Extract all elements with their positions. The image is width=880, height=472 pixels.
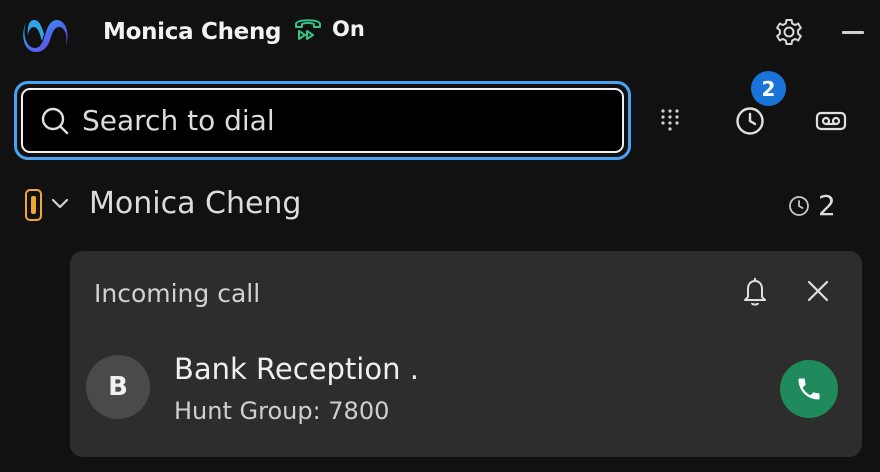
line-status-indicator <box>25 189 42 221</box>
phone-status-icon <box>295 19 321 40</box>
incoming-call-title: Incoming call <box>94 279 261 308</box>
answer-call-button[interactable] <box>780 360 838 418</box>
line-history-count: 2 <box>788 189 836 222</box>
incoming-call-card: Incoming call B Bank Reception . Hunt Gr… <box>70 251 862 457</box>
chevron-down-icon[interactable] <box>49 192 71 214</box>
clock-icon <box>736 107 764 135</box>
status-label: On <box>332 17 365 41</box>
line-row[interactable]: Monica Cheng 2 <box>0 178 880 232</box>
gear-icon[interactable] <box>774 17 804 47</box>
line-name: Monica Cheng <box>89 186 302 221</box>
caller-name: Bank Reception . <box>174 352 419 386</box>
search-icon <box>41 107 69 134</box>
caller-detail: Hunt Group: 7800 <box>174 397 390 425</box>
line-count: 2 <box>818 189 836 222</box>
user-name: Monica Cheng <box>103 19 282 45</box>
history-badge: 2 <box>751 71 786 106</box>
search-focus-ring <box>14 81 631 160</box>
voicemail-button[interactable] <box>811 101 851 141</box>
search-input[interactable] <box>82 104 602 137</box>
search-box[interactable] <box>21 88 624 153</box>
dialpad-button[interactable] <box>650 101 690 141</box>
avatar: B <box>86 355 150 419</box>
minimize-button[interactable] <box>842 31 864 34</box>
call-status[interactable]: On <box>292 13 365 45</box>
voicemail-icon <box>815 111 847 131</box>
phone-icon <box>798 378 820 400</box>
close-icon[interactable] <box>804 277 832 305</box>
call-history-button[interactable] <box>730 101 770 141</box>
bell-icon[interactable] <box>740 275 770 307</box>
dialpad-icon <box>661 109 679 131</box>
clock-icon <box>789 195 809 216</box>
title-bar: Monica Cheng On <box>0 0 880 66</box>
webex-logo <box>23 20 68 52</box>
